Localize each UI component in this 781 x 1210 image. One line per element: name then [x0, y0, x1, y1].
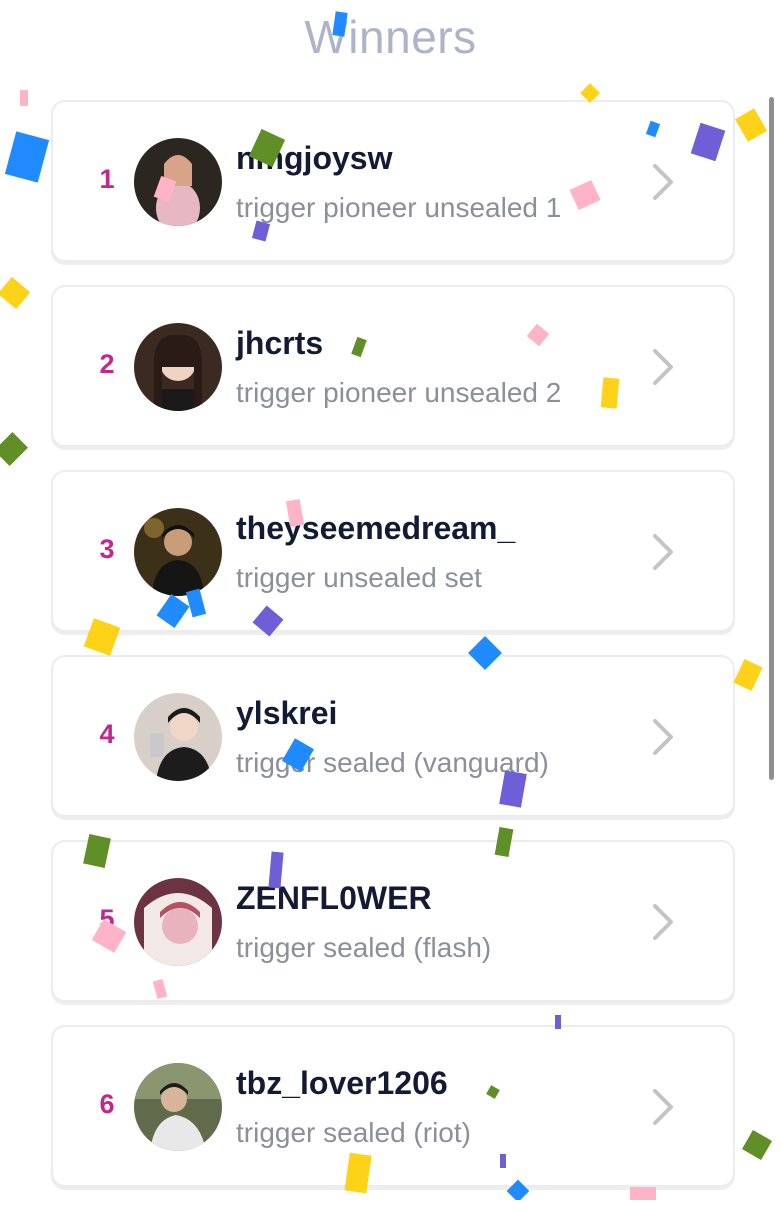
winner-username: nmgjoysw [236, 140, 393, 176]
winner-username: tbz_lover1206 [236, 1065, 448, 1101]
winner-card-2[interactable]: 2 jhcrts trigger pioneer unsealed 2 [51, 285, 735, 447]
winner-rank: 1 [99, 164, 115, 194]
chevron-right-icon[interactable] [645, 900, 681, 944]
winner-rank: 2 [99, 349, 115, 379]
chevron-right-icon[interactable] [645, 160, 681, 204]
winners-list: 1 nmgjoysw trigger pioneer unsealed 1 2 … [51, 100, 735, 1210]
avatar[interactable] [134, 138, 222, 226]
scrollbar[interactable] [769, 97, 774, 780]
chevron-right-icon[interactable] [645, 1085, 681, 1129]
avatar[interactable] [134, 693, 222, 781]
winner-prize: trigger unsealed set [236, 562, 482, 593]
winner-prize: trigger pioneer unsealed 2 [236, 377, 562, 408]
winner-rank: 4 [99, 719, 115, 749]
winner-card-1[interactable]: 1 nmgjoysw trigger pioneer unsealed 1 [51, 100, 735, 262]
chevron-right-icon[interactable] [645, 530, 681, 574]
winner-prize: trigger sealed (flash) [236, 932, 492, 963]
winner-prize: trigger pioneer unsealed 1 [236, 192, 562, 223]
chevron-right-icon[interactable] [645, 715, 681, 759]
avatar[interactable] [134, 878, 222, 966]
winner-rank: 5 [99, 904, 115, 934]
avatar[interactable] [134, 1063, 222, 1151]
winner-username: theyseemedream_ [236, 510, 516, 546]
winner-username: ylskrei [236, 695, 338, 731]
winner-card-3[interactable]: 3 theyseemedream_ trigger unsealed set [51, 470, 735, 632]
winner-card-5[interactable]: 5 ZENFL0WER trigger sealed (flash) [51, 840, 735, 1002]
winner-card-4[interactable]: 4 ylskrei trigger sealed (vanguard) [51, 655, 735, 817]
winner-prize: trigger sealed (riot) [236, 1117, 471, 1148]
winner-prize: trigger sealed (vanguard) [236, 747, 549, 778]
chevron-right-icon[interactable] [645, 345, 681, 389]
avatar[interactable] [134, 323, 222, 411]
winner-rank: 6 [99, 1089, 115, 1119]
page-title: Winners [304, 11, 477, 63]
avatar[interactable] [134, 508, 222, 596]
winner-rank: 3 [99, 534, 115, 564]
winner-username: ZENFL0WER [236, 880, 432, 916]
winner-card-6[interactable]: 6 tbz_lover1206 trigger sealed (riot) [51, 1025, 735, 1187]
winner-username: jhcrts [236, 325, 324, 361]
